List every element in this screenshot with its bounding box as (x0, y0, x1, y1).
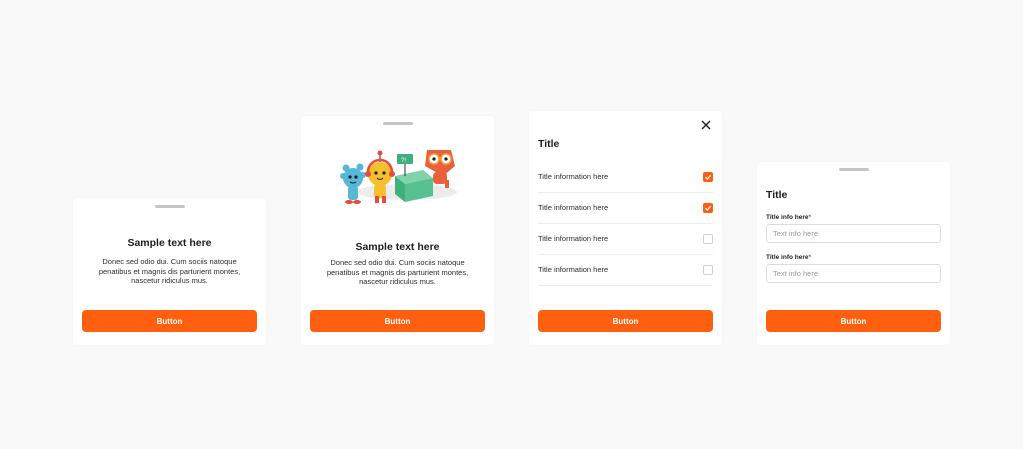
sheet-body-text: Donec sed odio dui. Cum sociis natoque p… (98, 257, 241, 285)
sheet-body-text: Donec sed odio dui. Cum sociis natoque p… (326, 258, 469, 286)
check-icon (705, 174, 712, 180)
checkbox-unchecked[interactable] (703, 264, 713, 275)
field-label: Title info here* (766, 254, 811, 261)
field-label: Title info here* (766, 214, 811, 221)
checkbox-checked[interactable] (703, 171, 713, 182)
row-label: Title information here (538, 203, 609, 212)
checklist-row[interactable]: Title information here (538, 223, 713, 255)
mascots-illustration-icon: ?! (340, 150, 457, 204)
row-label: Title information here (538, 265, 609, 274)
primary-button[interactable]: Button (538, 310, 713, 332)
primary-button[interactable]: Button (82, 310, 257, 332)
checkbox-checked[interactable] (703, 202, 713, 213)
row-label: Title information here (538, 234, 609, 243)
primary-button[interactable]: Button (766, 310, 941, 332)
drag-handle[interactable] (154, 205, 185, 208)
text-input[interactable] (766, 264, 941, 283)
bottom-sheet-text: Sample text here Donec sed odio dui. Cum… (73, 198, 266, 345)
required-mark: * (808, 214, 812, 221)
bottom-sheet-illustration: ?! Sample text here Donec sed odio dui. … (301, 116, 494, 345)
required-mark: * (808, 254, 812, 261)
check-icon (705, 205, 712, 211)
text-input[interactable] (766, 224, 941, 243)
sheet-heading: Sample text here (355, 241, 440, 253)
checklist-sheet: Title Title information here Title infor… (529, 111, 722, 345)
field-label-text: Title info here (766, 214, 809, 221)
checklist-row[interactable]: Title information here (538, 161, 713, 193)
row-label: Title information here (538, 172, 609, 181)
sheet-heading: Sample text here (127, 237, 212, 249)
sheet-title: Title (538, 138, 560, 150)
close-icon[interactable] (700, 119, 712, 131)
drag-handle[interactable] (382, 122, 413, 125)
drag-handle[interactable] (838, 168, 869, 171)
sheet-title: Title (766, 189, 788, 201)
svg-text:?!: ?! (401, 158, 406, 164)
checklist-row[interactable]: Title information here (538, 192, 713, 224)
checklist-row[interactable]: Title information here (538, 254, 713, 286)
checkbox-unchecked[interactable] (703, 233, 713, 244)
primary-button[interactable]: Button (310, 310, 485, 332)
form-sheet: Title Title info here* Title info here* … (757, 162, 950, 345)
field-label-text: Title info here (766, 254, 809, 261)
